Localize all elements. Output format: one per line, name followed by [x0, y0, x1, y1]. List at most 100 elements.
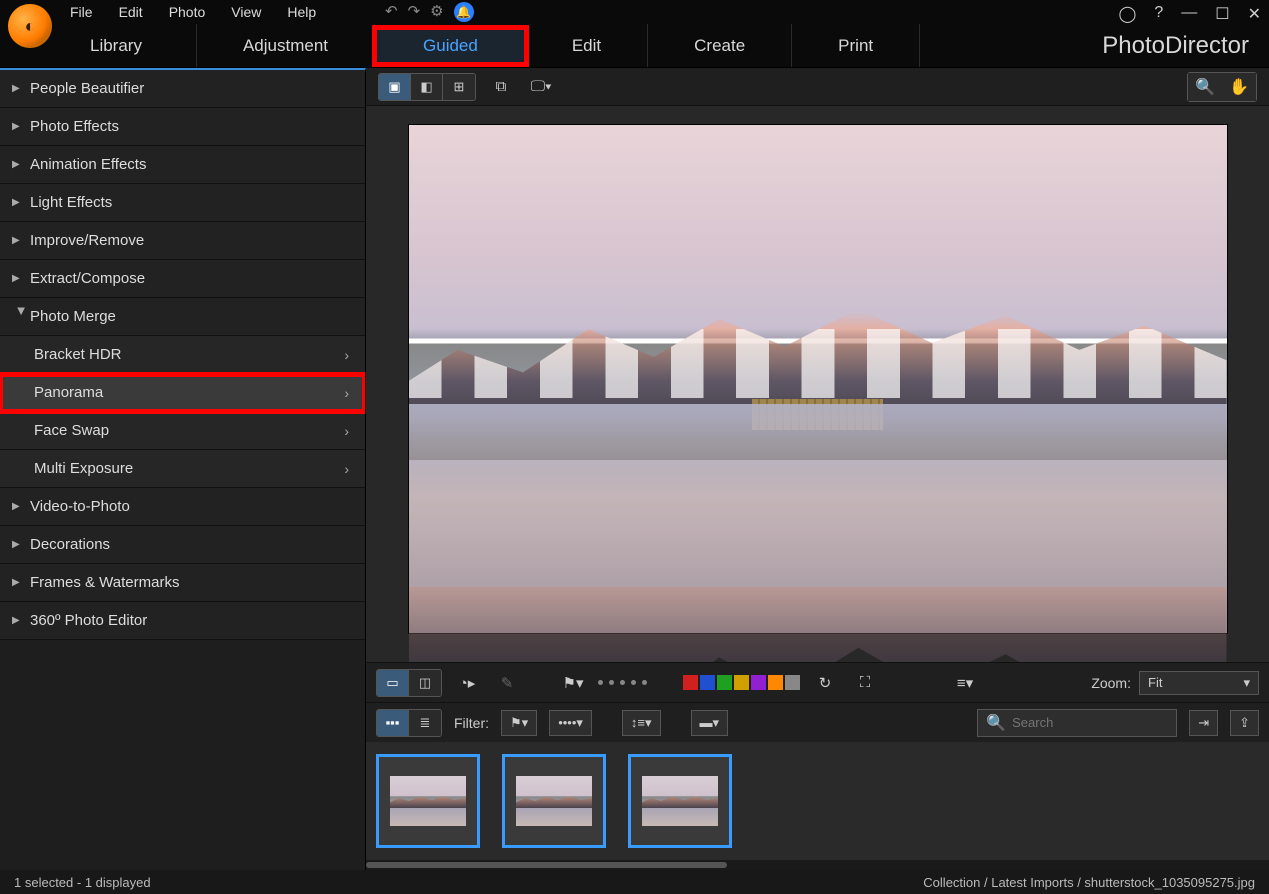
split-pane-button[interactable]: ◫ [409, 670, 441, 696]
grid-view-button[interactable]: ⊞ [443, 74, 475, 100]
crop-overlay-icon[interactable]: ⛶ [850, 670, 880, 696]
filter-label: Filter: [454, 715, 489, 731]
tab-print[interactable]: Print [792, 24, 920, 67]
chevron-down-icon: ▶ [16, 308, 27, 326]
status-bar: 1 selected - 1 displayed Collection / La… [0, 870, 1269, 894]
thumbnail[interactable] [376, 754, 480, 848]
single-view-button[interactable]: ▣ [379, 74, 411, 100]
chevron-right-icon: › [344, 347, 349, 363]
list-options-icon[interactable]: ≡▾ [950, 670, 980, 696]
sidebar-item-label: 360º Photo Editor [30, 612, 147, 629]
eyedropper-icon[interactable]: ✎ [492, 670, 522, 696]
zoom-tool-group: 🔍 ✋ [1187, 72, 1257, 102]
sidebar-sub-panorama[interactable]: Panorama› [0, 374, 365, 412]
compare-view-button[interactable]: ◧ [411, 74, 443, 100]
chevron-right-icon: › [344, 385, 349, 401]
sidebar-sub-face-swap[interactable]: Face Swap› [0, 412, 365, 450]
sidebar-light-effects[interactable]: ▶Light Effects [0, 184, 365, 222]
magnifier-icon[interactable]: 🔍 [1188, 73, 1222, 101]
secondary-display-button[interactable]: 🖵▾ [526, 74, 556, 100]
swatch-gray[interactable] [785, 675, 800, 690]
sidebar-item-label: Light Effects [30, 194, 112, 211]
search-icon: 🔍 [986, 713, 1006, 733]
guided-sidebar: ▶People Beautifier ▶Photo Effects ▶Anima… [0, 68, 366, 870]
sidebar-decorations[interactable]: ▶Decorations [0, 526, 365, 564]
undo-icon[interactable]: ↶ [385, 2, 398, 22]
filmstrip [366, 742, 1269, 860]
rating-dots[interactable] [598, 680, 647, 685]
mirror-view-button[interactable]: ⧉ [486, 74, 516, 100]
thumb-small-button[interactable]: ▪▪▪ [377, 710, 409, 736]
account-icon[interactable]: ◯ [1118, 4, 1136, 24]
thumb-list-button[interactable]: ≣ [409, 710, 441, 736]
close-icon[interactable]: ✕ [1248, 4, 1261, 24]
tab-guided[interactable]: Guided [375, 28, 526, 64]
menu-help[interactable]: Help [287, 4, 316, 20]
sidebar-frames-watermarks[interactable]: ▶Frames & Watermarks [0, 564, 365, 602]
histogram-button[interactable]: ◔▸ [452, 670, 482, 696]
tab-edit[interactable]: Edit [526, 24, 648, 67]
notification-bell-icon[interactable]: 🔔 [454, 2, 474, 22]
menu-photo[interactable]: Photo [169, 4, 206, 20]
chevron-right-icon: ▶ [12, 83, 30, 94]
swatch-red[interactable] [683, 675, 698, 690]
color-label-swatches [683, 675, 800, 690]
settings-gear-icon[interactable]: ⚙ [430, 2, 443, 22]
sidebar-improve-remove[interactable]: ▶Improve/Remove [0, 222, 365, 260]
rotate-icon[interactable]: ↻ [810, 670, 840, 696]
chevron-right-icon: ▶ [12, 235, 30, 246]
sidebar-sub-multi-exposure[interactable]: Multi Exposure › [0, 450, 365, 488]
tab-create[interactable]: Create [648, 24, 792, 67]
thumbnail[interactable] [502, 754, 606, 848]
filmstrip-toolbar: ▪▪▪ ≣ Filter: ⚑▾ ••••▾ ↕≡▾ ▬▾ 🔍 ✕ ⇥ ⇪ [366, 702, 1269, 742]
menu-view[interactable]: View [231, 4, 261, 20]
filmstrip-scrollbar[interactable] [366, 860, 1269, 870]
view-mode-group: ▣ ◧ ⊞ [378, 73, 476, 101]
main-tabs: Library Adjustment Guided Edit Create Pr… [0, 24, 1269, 68]
flag-icon[interactable]: ⚑▾ [558, 670, 588, 696]
minimize-icon[interactable]: — [1181, 4, 1197, 24]
filter-rating-dropdown[interactable]: ••••▾ [549, 710, 592, 736]
export-share-button[interactable]: ⇪ [1230, 710, 1259, 736]
pan-hand-icon[interactable]: ✋ [1222, 73, 1256, 101]
search-box[interactable]: 🔍 ✕ [977, 709, 1177, 737]
thumbnail[interactable] [628, 754, 732, 848]
swatch-blue[interactable] [700, 675, 715, 690]
zoom-select[interactable]: Fit▾ [1139, 671, 1259, 695]
maximize-icon[interactable]: ☐ [1215, 4, 1229, 24]
sidebar-extract-compose[interactable]: ▶Extract/Compose [0, 260, 365, 298]
canvas[interactable] [366, 106, 1269, 662]
chevron-right-icon: ▶ [12, 273, 30, 284]
redo-icon[interactable]: ↷ [408, 2, 421, 22]
swatch-purple[interactable] [751, 675, 766, 690]
chevron-right-icon: ▶ [12, 539, 30, 550]
import-button[interactable]: ⇥ [1189, 710, 1218, 736]
sidebar-sub-bracket-hdr[interactable]: Bracket HDR› [0, 336, 365, 374]
sidebar-sub-label: Multi Exposure [34, 460, 133, 477]
sidebar-item-label: Photo Effects [30, 118, 119, 135]
menu-file[interactable]: File [70, 4, 93, 20]
sidebar-animation-effects[interactable]: ▶Animation Effects [0, 146, 365, 184]
sidebar-photo-merge[interactable]: ▶Photo Merge [0, 298, 365, 336]
sort-dropdown[interactable]: ↕≡▾ [622, 710, 661, 736]
swatch-orange[interactable] [768, 675, 783, 690]
help-icon[interactable]: ? [1154, 4, 1163, 24]
swatch-yellow[interactable] [734, 675, 749, 690]
zoom-value: Fit [1148, 675, 1162, 690]
search-input[interactable] [1012, 715, 1188, 730]
filter-flag-dropdown[interactable]: ⚑▾ [501, 710, 537, 736]
sidebar-sub-label: Face Swap [34, 422, 109, 439]
single-pane-button[interactable]: ▭ [377, 670, 409, 696]
sidebar-photo-effects[interactable]: ▶Photo Effects [0, 108, 365, 146]
chevron-right-icon: › [344, 461, 349, 477]
menu-edit[interactable]: Edit [119, 4, 143, 20]
sidebar-item-label: Frames & Watermarks [30, 574, 179, 591]
sidebar-people-beautifier[interactable]: ▶People Beautifier [0, 70, 365, 108]
swatch-green[interactable] [717, 675, 732, 690]
view-mode-bar: ▣ ◧ ⊞ ⧉ 🖵▾ 🔍 ✋ [366, 68, 1269, 106]
sidebar-360-photo-editor[interactable]: ▶360º Photo Editor [0, 602, 365, 640]
tab-adjustment[interactable]: Adjustment [197, 24, 375, 67]
sidebar-item-label: Photo Merge [30, 308, 116, 325]
sidebar-video-to-photo[interactable]: ▶Video-to-Photo [0, 488, 365, 526]
stack-dropdown[interactable]: ▬▾ [691, 710, 729, 736]
